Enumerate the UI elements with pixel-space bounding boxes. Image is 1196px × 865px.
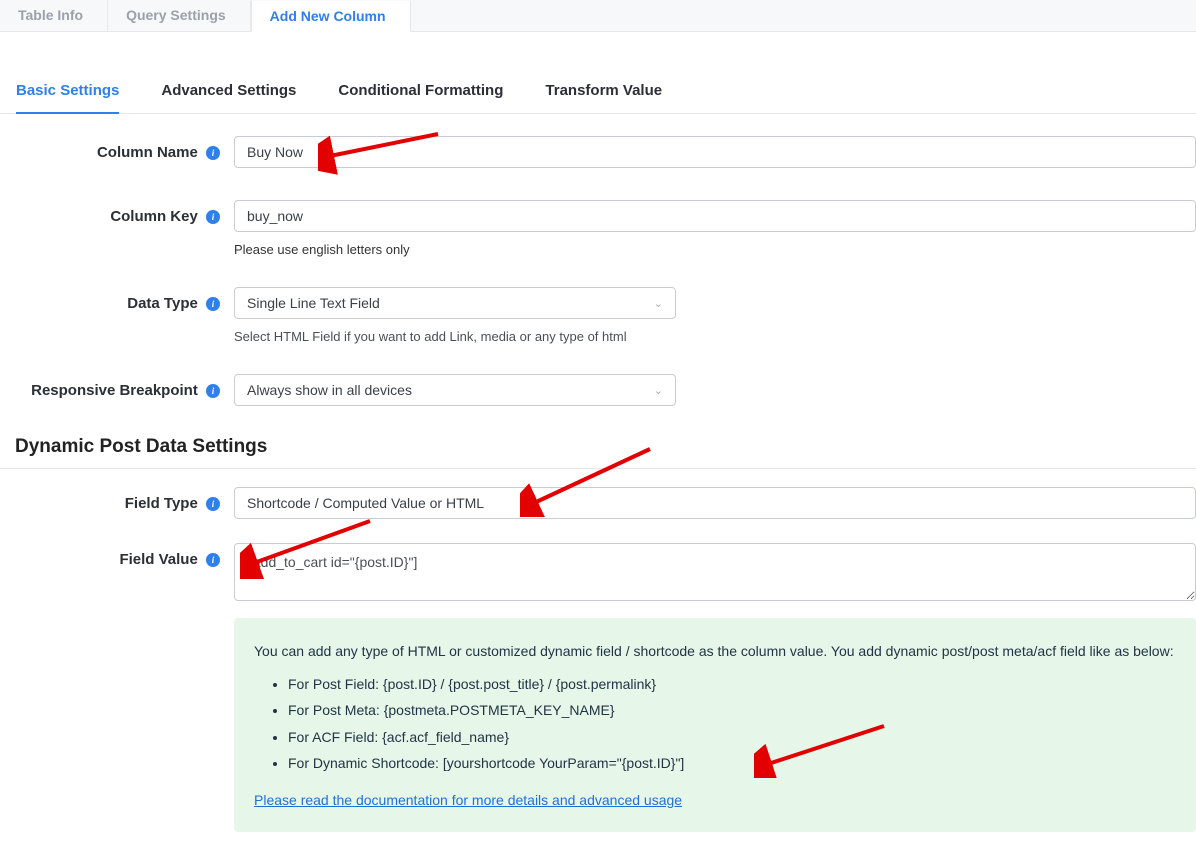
help-intro: You can add any type of HTML or customiz…: [254, 638, 1176, 665]
column-key-hint: Please use english letters only: [234, 242, 1196, 257]
help-item: For ACF Field: {acf.acf_field_name}: [288, 724, 1176, 751]
label-field-type: Field Type i: [0, 487, 234, 521]
section-heading-dynamic-post: Dynamic Post Data Settings: [0, 436, 1196, 469]
column-key-input[interactable]: [234, 200, 1196, 232]
data-type-select[interactable]: Single Line Text Field ⌄: [234, 287, 676, 319]
chevron-down-icon: ⌄: [654, 384, 663, 397]
tab-table-info[interactable]: Table Info: [0, 0, 108, 31]
help-item: For Post Meta: {postmeta.POSTMETA_KEY_NA…: [288, 697, 1176, 724]
help-box: You can add any type of HTML or customiz…: [234, 618, 1196, 832]
info-icon[interactable]: i: [206, 146, 220, 160]
tab-transform-value[interactable]: Transform Value: [545, 82, 662, 113]
top-tab-bar: Table Info Query Settings Add New Column: [0, 0, 1196, 32]
info-icon[interactable]: i: [206, 384, 220, 398]
tab-add-new-column[interactable]: Add New Column: [251, 1, 411, 32]
tab-conditional-formatting[interactable]: Conditional Formatting: [338, 82, 503, 113]
tab-advanced-settings[interactable]: Advanced Settings: [161, 82, 296, 113]
field-type-select[interactable]: Shortcode / Computed Value or HTML: [234, 487, 1196, 519]
label-responsive-breakpoint: Responsive Breakpoint i: [0, 374, 234, 408]
data-type-hint: Select HTML Field if you want to add Lin…: [234, 329, 1196, 344]
field-value-textarea[interactable]: [add_to_cart id="{post.ID}"]: [234, 543, 1196, 601]
responsive-breakpoint-select[interactable]: Always show in all devices ⌄: [234, 374, 676, 406]
info-icon[interactable]: i: [206, 553, 220, 567]
label-column-key: Column Key i: [0, 200, 234, 234]
info-icon[interactable]: i: [206, 297, 220, 311]
data-type-value: Single Line Text Field: [247, 295, 380, 311]
tab-query-settings[interactable]: Query Settings: [108, 0, 251, 31]
chevron-down-icon: ⌄: [654, 297, 663, 310]
label-column-name: Column Name i: [0, 136, 234, 170]
help-item: For Post Field: {post.ID} / {post.post_t…: [288, 671, 1176, 698]
info-icon[interactable]: i: [206, 497, 220, 511]
label-field-value: Field Value i: [0, 543, 234, 577]
field-type-value: Shortcode / Computed Value or HTML: [247, 495, 484, 511]
label-data-type: Data Type i: [0, 287, 234, 321]
responsive-breakpoint-value: Always show in all devices: [247, 382, 412, 398]
info-icon[interactable]: i: [206, 210, 220, 224]
documentation-link[interactable]: Please read the documentation for more d…: [254, 792, 682, 808]
tab-basic-settings[interactable]: Basic Settings: [16, 82, 119, 113]
help-item: For Dynamic Shortcode: [yourshortcode Yo…: [288, 750, 1176, 777]
column-name-input[interactable]: [234, 136, 1196, 168]
sub-tab-bar: Basic Settings Advanced Settings Conditi…: [0, 64, 1196, 114]
